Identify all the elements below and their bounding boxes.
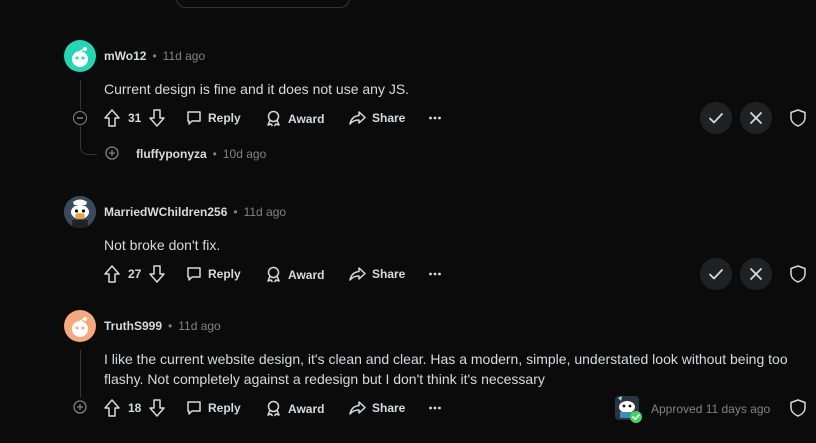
checkmark-icon (709, 269, 723, 280)
thread-curve (80, 146, 97, 155)
award-button[interactable]: Award (265, 266, 324, 283)
close-icon (750, 268, 762, 280)
checkmark-icon (709, 113, 723, 124)
thread-line (80, 350, 81, 398)
collapsed-reply-header: fluffyponyza • 10d ago (136, 147, 266, 161)
approve-button[interactable] (700, 258, 732, 290)
remove-button[interactable] (740, 258, 772, 290)
ellipsis-icon (429, 406, 441, 410)
vote-controls: 27 (104, 265, 166, 283)
mod-shield-button[interactable] (790, 399, 806, 422)
downvote-icon[interactable] (149, 399, 166, 417)
vote-controls: 18 (104, 399, 166, 417)
award-icon (265, 266, 282, 283)
share-button[interactable]: Share (349, 266, 405, 282)
award-button[interactable]: Award (265, 110, 324, 127)
remove-button[interactable] (740, 102, 772, 134)
separator-dot: • (168, 319, 173, 333)
comment-header: mWo12 • 11d ago (104, 49, 205, 63)
comment-time[interactable]: 10d ago (223, 147, 266, 161)
comment-time[interactable]: 11d ago (163, 49, 206, 63)
comment-bubble-icon (186, 266, 202, 282)
snoo-avatar-icon (72, 47, 88, 67)
shield-icon (790, 399, 806, 417)
share-button[interactable]: Share (349, 110, 405, 126)
share-button[interactable]: Share (349, 400, 405, 416)
comment-body: Not broke don't fix. (104, 237, 221, 253)
thread-line (80, 126, 81, 146)
award-icon (265, 110, 282, 127)
comment-time[interactable]: 11d ago (178, 319, 221, 333)
minus-icon (77, 117, 83, 119)
separator-dot: • (152, 49, 157, 63)
username[interactable]: fluffyponyza (136, 147, 207, 161)
avatar[interactable] (64, 196, 96, 228)
comment-bubble-icon (186, 110, 202, 126)
shield-icon (790, 265, 806, 283)
award-label: Award (288, 111, 325, 126)
username[interactable]: MarriedWChildren256 (104, 205, 227, 219)
close-icon (750, 112, 762, 124)
separator-dot: • (212, 147, 217, 161)
reply-button[interactable]: Reply (186, 110, 241, 126)
mod-shield-button[interactable] (790, 265, 806, 288)
vote-count: 27 (128, 267, 142, 281)
moderator-avatar-icon (615, 396, 642, 423)
comment-header: TruthS999 • 11d ago (104, 319, 221, 333)
comment-header: MarriedWChildren256 • 11d ago (104, 205, 286, 219)
avatar[interactable] (64, 310, 96, 342)
upvote-icon[interactable] (104, 399, 120, 417)
expand-thread-button[interactable] (73, 400, 87, 414)
share-label: Share (372, 267, 406, 281)
share-icon (349, 110, 366, 126)
username[interactable]: mWo12 (104, 49, 146, 63)
thread-line (80, 80, 81, 110)
ellipsis-icon (429, 116, 441, 120)
award-label: Award (288, 401, 325, 416)
snoo-avatar-icon (64, 196, 96, 228)
vote-count: 31 (128, 111, 142, 125)
collapse-thread-button[interactable] (73, 111, 87, 125)
share-label: Share (372, 401, 406, 415)
more-options-button[interactable] (428, 110, 442, 131)
approve-button[interactable] (700, 102, 732, 134)
comment-bubble-icon (186, 400, 202, 416)
separator-dot: • (233, 205, 238, 219)
vote-count: 18 (128, 401, 142, 415)
share-icon (349, 266, 366, 282)
expand-reply-button[interactable] (105, 146, 119, 160)
shield-icon (790, 109, 806, 127)
more-options-button[interactable] (428, 400, 442, 421)
plus-circle-icon (73, 400, 87, 414)
comment-time[interactable]: 11d ago (244, 205, 287, 219)
upvote-icon[interactable] (104, 265, 120, 283)
reply-button[interactable]: Reply (186, 400, 241, 416)
share-icon (349, 400, 366, 416)
snoo-avatar-icon (72, 317, 88, 337)
reply-button[interactable]: Reply (186, 266, 241, 282)
previous-element-edge (176, 0, 350, 8)
reply-label: Reply (208, 267, 241, 281)
comment-body: I like the current website design, it's … (104, 351, 788, 387)
approved-status: Approved 11 days ago (651, 402, 771, 416)
downvote-icon[interactable] (149, 265, 166, 283)
avatar[interactable] (64, 40, 96, 72)
comment-body: Current design is fine and it does not u… (104, 81, 410, 97)
plus-circle-icon (105, 146, 119, 160)
mod-shield-button[interactable] (790, 109, 806, 132)
upvote-icon[interactable] (104, 109, 120, 127)
reply-label: Reply (208, 111, 241, 125)
award-button[interactable]: Award (265, 400, 324, 417)
username[interactable]: TruthS999 (104, 319, 162, 333)
downvote-icon[interactable] (149, 109, 166, 127)
award-label: Award (288, 267, 325, 282)
approver-avatar (613, 394, 643, 424)
reply-label: Reply (208, 401, 241, 415)
vote-controls: 31 (104, 109, 166, 127)
more-options-button[interactable] (428, 266, 442, 287)
award-icon (265, 400, 282, 417)
ellipsis-icon (429, 272, 441, 276)
share-label: Share (372, 111, 406, 125)
